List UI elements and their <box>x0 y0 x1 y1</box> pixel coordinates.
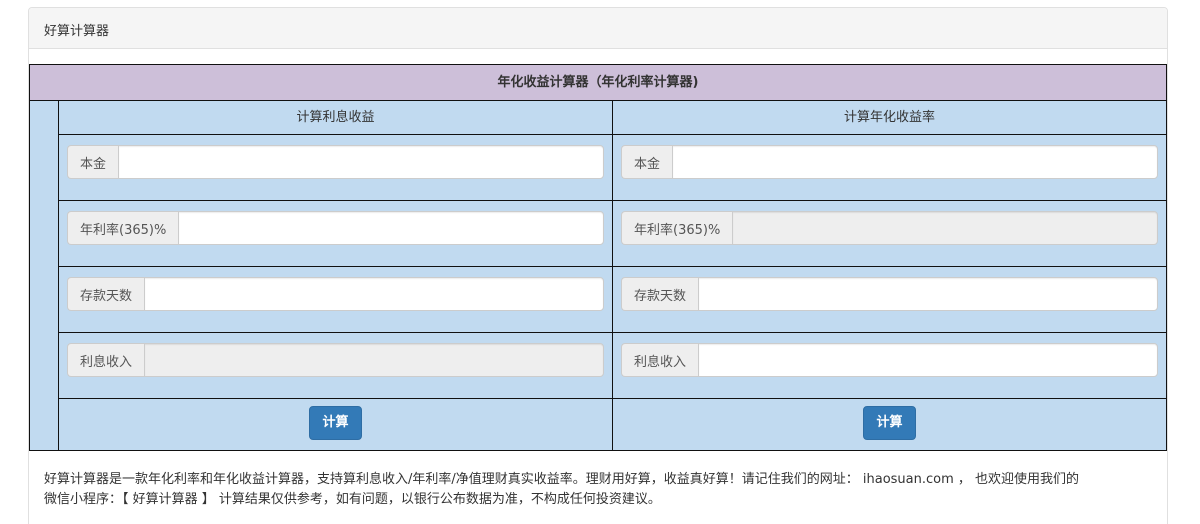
left-gutter <box>30 101 59 450</box>
interest-income-output <box>144 343 604 377</box>
column-heading-interest: 计算利息收益 <box>59 101 612 135</box>
form-row: 年利率(365)% <box>59 201 612 267</box>
annual-rate-output <box>732 211 1158 245</box>
annual-rate-label: 年利率(365)% <box>621 211 733 245</box>
description-line-1: 好算计算器是一款年化利率和年化收益计算器，支持算利息收入/年利率/净值理财真实收… <box>44 472 1080 487</box>
column-heading-rate: 计算年化收益率 <box>613 101 1166 135</box>
principal-input[interactable] <box>118 145 604 179</box>
description: 好算计算器是一款年化利率和年化收益计算器，支持算利息收入/年利率/净值理财真实收… <box>44 470 1154 510</box>
principal-label: 本金 <box>621 145 673 179</box>
interest-income-label: 利息收入 <box>67 343 145 377</box>
principal-input[interactable] <box>672 145 1158 179</box>
income-input-group: 利息收入 <box>67 343 604 377</box>
deposit-days-label: 存款天数 <box>67 277 145 311</box>
calculator-title: 年化收益计算器（年化利率计算器) <box>30 65 1166 101</box>
annualized-yield-calculator: 年化收益计算器（年化利率计算器) 计算利息收益 本金 年利率(365)% 存款天… <box>29 64 1167 451</box>
button-row: 计算 <box>613 399 1166 449</box>
panel-title: 好算计算器 <box>29 8 1167 49</box>
form-row: 年利率(365)% <box>613 201 1166 267</box>
form-row: 存款天数 <box>613 267 1166 333</box>
days-input-group: 存款天数 <box>67 277 604 311</box>
deposit-days-input[interactable] <box>144 277 604 311</box>
description-line-2: 微信小程序：【 好算计算器 】 计算结果仅供参考，如有问题，以银行公布数据为准，… <box>44 492 661 507</box>
deposit-days-label: 存款天数 <box>621 277 699 311</box>
days-input-group: 存款天数 <box>621 277 1158 311</box>
income-input-group: 利息收入 <box>621 343 1158 377</box>
interest-income-label: 利息收入 <box>621 343 699 377</box>
form-row: 存款天数 <box>59 267 612 333</box>
form-row: 利息收入 <box>59 333 612 399</box>
principal-input-group: 本金 <box>621 145 1158 179</box>
button-row: 计算 <box>59 399 612 449</box>
principal-input-group: 本金 <box>67 145 604 179</box>
deposit-days-input[interactable] <box>698 277 1158 311</box>
form-row: 利息收入 <box>613 333 1166 399</box>
form-row: 本金 <box>613 135 1166 201</box>
calculate-rate-button[interactable]: 计算 <box>863 406 916 440</box>
interest-income-input[interactable] <box>698 343 1158 377</box>
calculate-interest-button[interactable]: 计算 <box>309 406 362 440</box>
principal-label: 本金 <box>67 145 119 179</box>
form-row: 本金 <box>59 135 612 201</box>
interest-income-column: 计算利息收益 本金 年利率(365)% 存款天数 利息收入 计算 <box>59 101 613 450</box>
rate-input-group: 年利率(365)% <box>67 211 604 245</box>
annual-rate-input[interactable] <box>178 211 604 245</box>
rate-input-group: 年利率(365)% <box>621 211 1158 245</box>
annual-rate-label: 年利率(365)% <box>67 211 179 245</box>
annualized-rate-column: 计算年化收益率 本金 年利率(365)% 存款天数 利息收入 计算 <box>613 101 1166 450</box>
